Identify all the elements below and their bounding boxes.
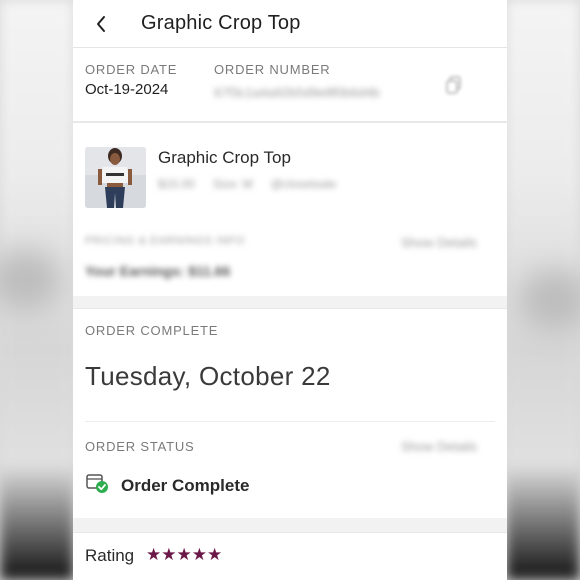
order-date-label: ORDER DATE <box>85 62 178 77</box>
order-status-label: ORDER STATUS <box>85 439 195 454</box>
product-size: Size: M <box>212 177 253 191</box>
order-complete-label: ORDER COMPLETE <box>85 323 219 338</box>
copy-icon[interactable] <box>446 76 462 99</box>
status-show-details-link[interactable]: Show Details <box>401 439 477 454</box>
order-complete-date: Tuesday, October 22 <box>85 361 331 391</box>
earnings-value: Your Earnings: $11.66 <box>85 263 231 279</box>
header-bar: Graphic Crop Top <box>73 0 507 48</box>
background-blob <box>520 270 580 330</box>
product-thumbnail[interactable] <box>85 147 146 208</box>
order-status-row: Order Complete <box>85 472 249 499</box>
product-section: Graphic Crop Top $15.00 Size: M @closets… <box>73 122 507 296</box>
order-date-block: ORDER DATE Oct-19-2024 <box>85 62 177 98</box>
product-price: $15.00 <box>158 177 195 191</box>
order-info-section: ORDER DATE Oct-19-2024 ORDER NUMBER 67f3… <box>73 48 507 122</box>
product-title[interactable]: Graphic Crop Top <box>158 148 291 168</box>
background-blob <box>0 250 60 310</box>
rating-stars: ★★★★★ <box>146 545 223 564</box>
section-divider <box>85 421 495 422</box>
pricing-earnings-label: PRICING & EARNINGS INFO <box>85 235 245 247</box>
product-meta: $15.00 Size: M @closetsale <box>158 177 336 191</box>
order-number-label: ORDER NUMBER <box>214 62 331 77</box>
order-date-value: Oct-19-2024 <box>85 81 169 98</box>
order-status-text: Order Complete <box>121 475 250 495</box>
page-title: Graphic Crop Top <box>141 12 301 34</box>
rating-label: Rating <box>85 546 135 565</box>
product-seller: @closetsale <box>270 177 337 191</box>
rating-section: Rating ★★★★★ <box>73 532 507 580</box>
order-details-screen: Graphic Crop Top ORDER DATE Oct-19-2024 … <box>73 0 507 580</box>
order-number-block: ORDER NUMBER 67f3c1a4a92b5d9e8f0b6d4b <box>214 62 380 100</box>
order-complete-section: ORDER COMPLETE Tuesday, October 22 ORDER… <box>73 308 507 518</box>
package-check-icon <box>85 472 109 499</box>
pricing-show-details-link[interactable]: Show Details <box>401 235 477 250</box>
chevron-left-icon[interactable] <box>89 12 113 36</box>
order-number-value[interactable]: 67f3c1a4a92b5d9e8f0b6d4b <box>214 85 380 100</box>
